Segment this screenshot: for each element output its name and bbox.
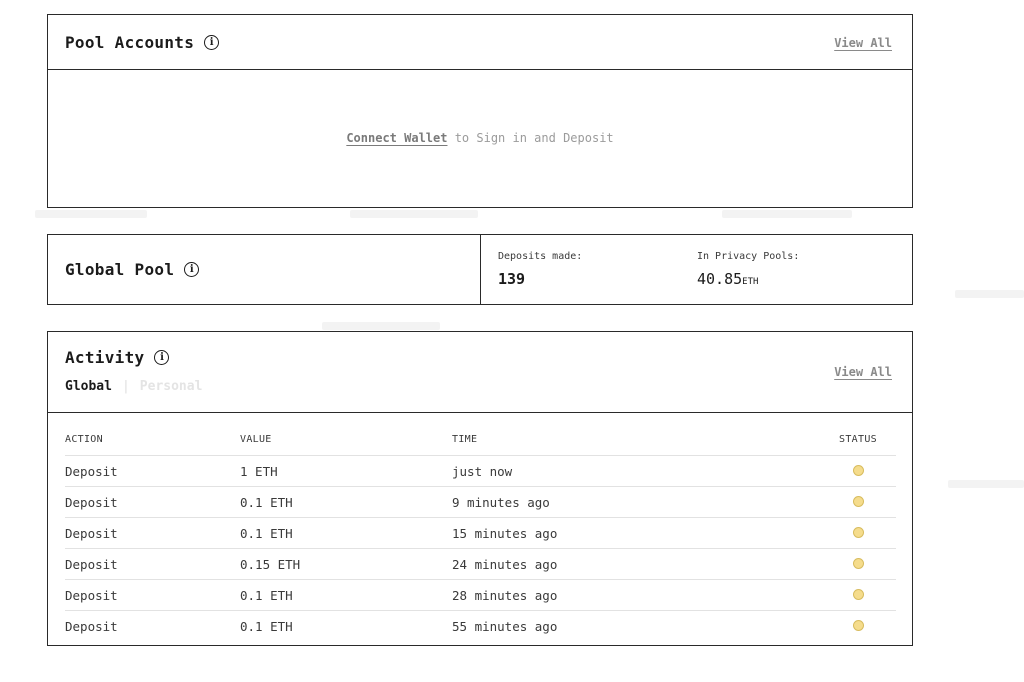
column-header-action: ACTION	[65, 424, 240, 456]
cell-time: 24 minutes ago	[452, 548, 820, 580]
privacy-pools-label: In Privacy Pools:	[697, 251, 800, 262]
cell-value: 0.1 ETH	[240, 579, 452, 611]
activity-title: Activity	[65, 348, 145, 367]
activity-card: Activity i Global | Personal View All AC…	[47, 331, 913, 646]
privacy-pools-value: 40.85ETH	[697, 270, 799, 288]
status-pending-indicator	[852, 557, 864, 569]
global-pool-title: Global Pool	[65, 260, 175, 279]
cell-status	[820, 486, 896, 518]
activity-view-all-link[interactable]: View All	[834, 365, 892, 379]
pool-accounts-view-all-link[interactable]: View All	[834, 36, 892, 50]
background-placeholder	[350, 210, 478, 218]
cell-value: 0.1 ETH	[240, 618, 293, 634]
cell-status	[820, 579, 896, 611]
table-header-row: ACTION VALUE TIME STATUS	[65, 424, 896, 456]
table-row: Deposit 0.1 ETH 9 minutes ago	[65, 486, 896, 518]
cell-value: 0.15 ETH	[240, 548, 452, 580]
cell-status	[820, 611, 896, 642]
background-placeholder	[948, 480, 1024, 488]
cell-time: 28 minutes ago	[452, 579, 820, 611]
table-row: Deposit 1 ETH just now	[65, 455, 896, 487]
tab-global[interactable]: Global	[65, 379, 112, 394]
status-pending-indicator	[852, 588, 864, 600]
column-header-value: VALUE	[240, 424, 452, 456]
pool-accounts-card: Pool Accounts i View All Connect Wallet …	[47, 14, 913, 208]
cell-value: 0.1 ETH	[240, 517, 452, 549]
activity-table: ACTION VALUE TIME STATUS Deposit 1 ETH jus…	[65, 424, 896, 641]
global-pool-title-section: Global Pool i	[48, 235, 481, 304]
cell-value: 1 ETH	[240, 455, 452, 487]
info-icon[interactable]: i	[184, 262, 200, 277]
activity-tabs: Global | Personal	[65, 379, 202, 394]
sign-in-message: to Sign in and Deposit	[447, 131, 614, 145]
table-row: Deposit 0.15 ETH 24 minutes ago	[65, 548, 896, 580]
background-placeholder	[955, 290, 1024, 298]
cell-action: Deposit	[65, 486, 240, 518]
tab-divider: |	[121, 379, 130, 394]
info-icon[interactable]: i	[204, 35, 220, 50]
status-pending-indicator	[852, 495, 864, 507]
status-pending-indicator	[852, 619, 864, 631]
column-header-status: STATUS	[820, 424, 896, 456]
background-placeholder	[322, 322, 440, 330]
cell-value: 0.1 ETH	[240, 486, 452, 518]
deposits-made-label: Deposits made:	[498, 251, 583, 262]
deposits-made-value: 139	[498, 270, 526, 288]
status-pending-indicator	[852, 464, 864, 476]
pool-accounts-title: Pool Accounts	[65, 33, 195, 52]
table-row: Deposit 0.1 ETH 15 minutes ago	[65, 517, 896, 549]
privacy-pools-unit: ETH	[742, 277, 759, 287]
pool-accounts-empty-state: Connect Wallet to Sign in and Deposit	[48, 131, 912, 145]
cell-status	[820, 455, 896, 487]
background-placeholder	[35, 210, 147, 218]
pool-accounts-header: Pool Accounts i View All	[48, 15, 912, 70]
cell-status	[820, 548, 896, 580]
column-header-time: TIME	[452, 424, 820, 456]
table-row: Deposit 0.1 ETH 55 minutes ago	[65, 611, 896, 642]
connect-wallet-link[interactable]: Connect Wallet	[346, 131, 447, 145]
cell-action: Deposit	[65, 455, 240, 487]
cell-action: Deposit	[65, 548, 240, 580]
privacy-pools-stat: In Privacy Pools: 40.85ETH	[697, 251, 799, 288]
activity-header: Activity i Global | Personal View All	[48, 332, 912, 413]
cell-time: 9 minutes ago	[452, 486, 820, 518]
cell-action: Deposit	[65, 618, 118, 634]
tab-personal[interactable]: Personal	[140, 379, 203, 394]
cell-time: 15 minutes ago	[452, 517, 820, 549]
cell-time: 55 minutes ago	[452, 618, 558, 634]
cell-action: Deposit	[65, 517, 240, 549]
status-pending-indicator	[852, 526, 864, 538]
cell-action: Deposit	[65, 579, 240, 611]
background-placeholder	[722, 210, 852, 218]
privacy-pools-amount: 40.85	[697, 270, 743, 288]
table-row: Deposit 0.1 ETH 28 minutes ago	[65, 579, 896, 611]
cell-status	[820, 517, 896, 549]
info-icon[interactable]: i	[154, 350, 170, 365]
deposits-made-stat: Deposits made: 139	[498, 251, 582, 288]
cell-time: just now	[452, 455, 820, 487]
global-pool-card: Global Pool i Deposits made: 139 In Priv…	[47, 234, 913, 305]
